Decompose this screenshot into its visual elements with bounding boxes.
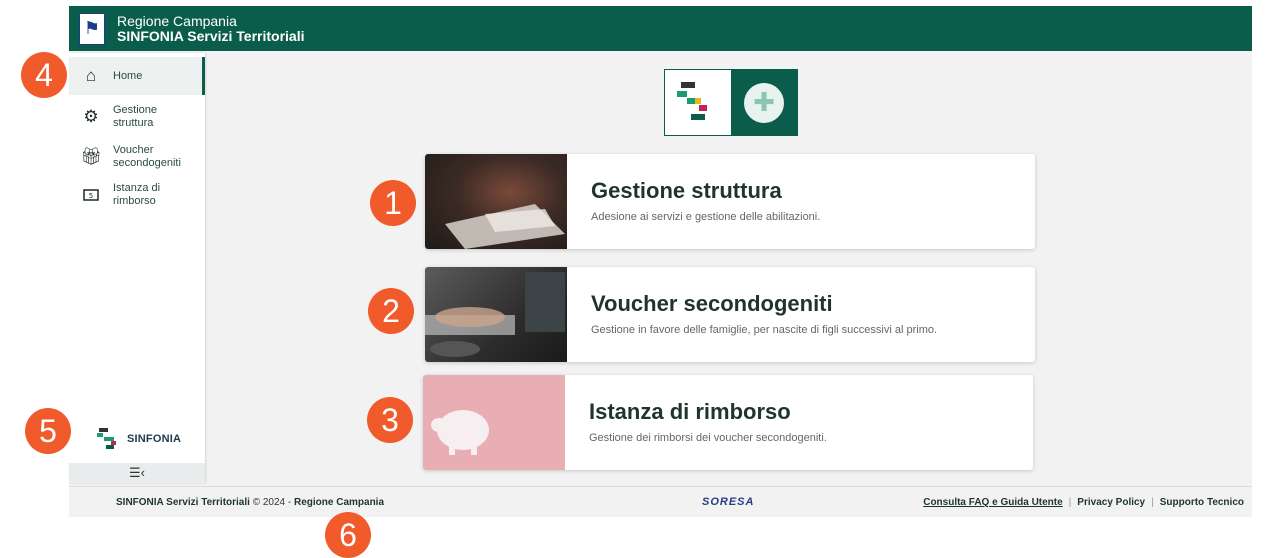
gift-icon: 🎁︎: [80, 147, 102, 166]
callout-badge-6: 6: [325, 512, 371, 558]
sidebar-item-istanza-di-rimborso[interactable]: 5 Istanza di rimborso: [69, 177, 205, 213]
sinfonia-mark: [665, 70, 731, 135]
card-title: Voucher secondogeniti: [591, 291, 833, 316]
faq-guide-link[interactable]: Consulta FAQ e Guida Utente: [923, 497, 1062, 508]
card-title: Gestione struttura: [591, 178, 782, 203]
card-photo-computer: [425, 267, 567, 362]
sidebar-item-label: Voucher secondogeniti: [113, 144, 181, 169]
gears-icon: ⚙: [83, 107, 99, 126]
sidebar-item-voucher-secondogeniti[interactable]: 🎁︎ Voucher secondogeniti: [69, 139, 205, 175]
app-logo: ✚: [664, 69, 798, 136]
card-voucher-secondogeniti[interactable]: Voucher secondogeniti Gestione in favore…: [425, 267, 1035, 362]
sinfonia-logo-icon: [97, 428, 116, 449]
technical-support-link[interactable]: Supporto Tecnico: [1160, 497, 1244, 508]
sidebar-item-label: Home: [113, 69, 143, 82]
cross-icon: ✚: [744, 82, 784, 123]
header-title-line2: SINFONIA Servizi Territoriali: [117, 27, 305, 44]
card-gestione-struttura[interactable]: Gestione struttura Adesione ai servizi e…: [425, 154, 1035, 249]
sidebar: ⌂ Home ⚙ Gestione struttura 🎁︎ Voucher s…: [69, 53, 205, 483]
privacy-policy-link[interactable]: Privacy Policy: [1077, 497, 1145, 508]
divider: |: [1151, 496, 1154, 508]
footer-copyright: SINFONIA Servizi Territoriali © 2024 - R…: [116, 497, 384, 508]
health-cross-mark: ✚: [731, 70, 797, 135]
divider: |: [1068, 496, 1072, 508]
footer-region-link[interactable]: Regione Campania: [294, 497, 384, 508]
card-photo-piggy-bank: [423, 375, 565, 470]
footer-year: © 2024 -: [252, 496, 292, 508]
footer-links: Consulta FAQ e Guida Utente | Privacy Poli…: [923, 497, 1244, 508]
banknote-icon: 5: [69, 189, 113, 201]
card-photo-paperwork: [425, 154, 567, 249]
svg-text:5: 5: [89, 192, 93, 200]
sidebar-item-label: Gestione struttura: [113, 104, 158, 129]
app-window: ⚑ Regione Campania SINFONIA Servizi Terr…: [69, 6, 1252, 517]
callout-badge-1: 1: [370, 180, 416, 226]
card-title: Istanza di rimborso: [589, 399, 791, 424]
card-istanza-di-rimborso[interactable]: Istanza di rimborso Gestione dei rimbors…: [423, 375, 1033, 470]
collapse-menu-icon: ☰‹: [129, 465, 145, 480]
sidebar-item-gestione-struttura[interactable]: ⚙ Gestione struttura: [69, 99, 205, 135]
card-description: Gestione in favore delle famiglie, per n…: [591, 324, 938, 336]
sidebar-item-home[interactable]: ⌂ Home: [69, 57, 205, 95]
callout-badge-5: 5: [25, 408, 71, 454]
callout-badge-2: 2: [368, 288, 414, 334]
home-icon: ⌂: [85, 66, 97, 85]
callout-badge-4: 4: [21, 52, 67, 98]
footer: SINFONIA Servizi Territoriali © 2024 - R…: [69, 486, 1252, 517]
soresa-logo: SORESA: [702, 496, 755, 508]
footer-app-name: SINFONIA Servizi Territoriali: [116, 496, 250, 508]
sidebar-item-label: Istanza di rimborso: [113, 182, 161, 207]
sinfonia-logo: SINFONIA: [97, 428, 181, 450]
sinfonia-logo-text: SINFONIA: [127, 433, 182, 445]
card-description: Adesione ai servizi e gestione delle abi…: [591, 211, 821, 223]
callout-badge-3: 3: [367, 397, 413, 443]
card-description: Gestione dei rimborsi dei voucher second…: [589, 432, 827, 444]
top-header: ⚑ Regione Campania SINFONIA Servizi Terr…: [69, 6, 1252, 51]
header-title-line1: Regione Campania: [117, 12, 237, 29]
collapse-sidebar-button[interactable]: ☰‹: [69, 463, 205, 483]
region-crest-icon: ⚑: [79, 12, 105, 45]
header-titles: Regione Campania SINFONIA Servizi Territ…: [117, 12, 305, 44]
